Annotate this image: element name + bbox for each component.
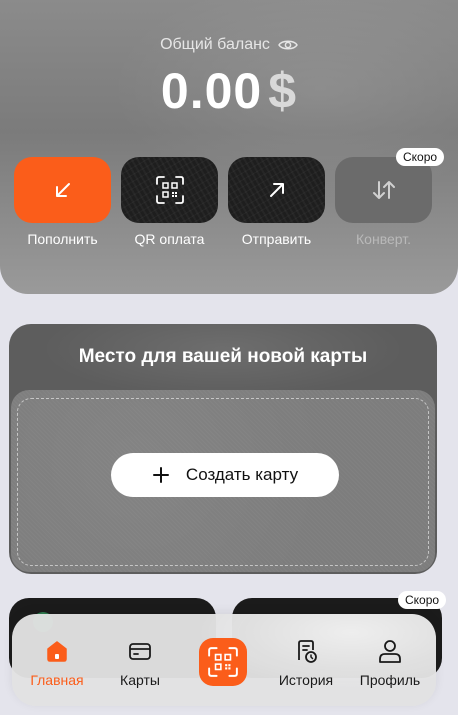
qr-pay-label: QR оплата	[134, 231, 205, 247]
qr-pay-button[interactable]	[121, 157, 218, 223]
card-soon-badge: Скоро	[398, 591, 447, 609]
bottom-nav: Главная Карты История Профиль	[12, 614, 436, 706]
nav-qr-scan-button[interactable]	[199, 638, 247, 686]
nav-item-home[interactable]: Главная	[12, 638, 102, 688]
nav-label-history: История	[278, 672, 334, 688]
convert-button[interactable]	[335, 157, 432, 223]
nav-item-profile[interactable]: Профиль	[345, 638, 435, 688]
quick-actions: Пополнить QR оплата Отправить Конверт. С…	[14, 148, 445, 257]
eye-icon[interactable]	[278, 38, 298, 52]
send-label: Отправить	[241, 231, 312, 247]
create-card-button[interactable]: Создать карту	[111, 453, 339, 497]
arrow-up-right-icon	[269, 183, 284, 197]
new-card-title: Место для вашей новой карты	[78, 346, 368, 367]
plus-icon	[152, 467, 169, 483]
balance-currency: $	[268, 63, 298, 119]
convert-action[interactable]: Конверт.	[335, 157, 432, 257]
create-card-label: Создать карту	[185, 465, 299, 484]
nav-label-home: Главная	[30, 672, 84, 688]
balance-value: 0.00	[160, 63, 263, 119]
send-button[interactable]	[228, 157, 325, 223]
new-card-panel: Место для вашей новой карты Создать карт…	[9, 324, 437, 574]
convert-label: Конверт.	[356, 231, 411, 247]
balance-label: Общий баланс	[160, 36, 270, 53]
arrow-down-left-icon	[55, 183, 70, 197]
balance-panel: Общий баланс 0.00 $ Пополнить QR оплата …	[0, 0, 458, 294]
convert-soon-badge: Скоро	[396, 148, 445, 166]
qr-scan-icon	[208, 647, 238, 677]
new-card-slot: Создать карту	[11, 390, 435, 572]
nav-item-history[interactable]: История	[261, 638, 351, 688]
balance-amount: 0.00 $	[0, 62, 458, 120]
nav-label-cards: Карты	[120, 672, 160, 688]
topup-button[interactable]	[14, 157, 111, 223]
home-icon	[47, 641, 67, 662]
qr-scan-icon	[155, 176, 184, 204]
history-icon	[298, 640, 317, 663]
topup-action[interactable]: Пополнить	[14, 157, 111, 257]
topup-label: Пополнить	[27, 231, 98, 247]
card-icon	[129, 643, 151, 660]
nav-item-cards[interactable]: Карты	[95, 638, 185, 688]
qr-pay-action[interactable]: QR оплата	[121, 157, 218, 257]
send-action[interactable]: Отправить	[228, 157, 325, 257]
swap-vertical-icon	[372, 181, 395, 199]
balance-label-row: Общий баланс	[0, 36, 458, 54]
nav-label-profile: Профиль	[359, 672, 421, 688]
profile-icon	[379, 640, 401, 663]
